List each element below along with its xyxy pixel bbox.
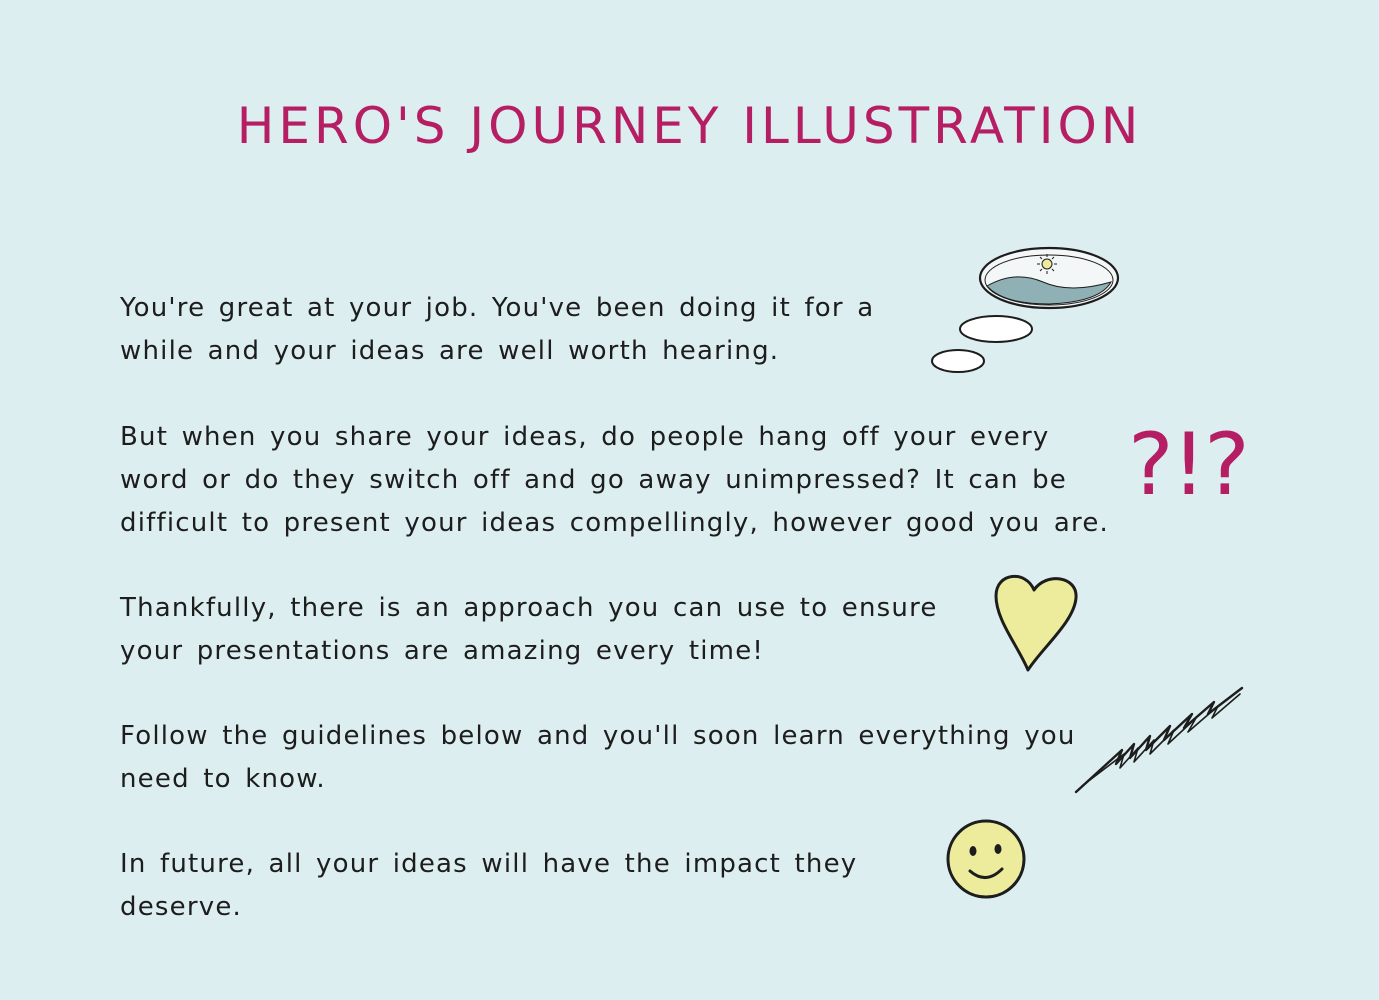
problem-paragraph: But when you share your ideas, do people… — [120, 422, 1110, 538]
guidelines-paragraph: Follow the guidelines below and you'll s… — [120, 721, 1076, 794]
zigzag-scribble-icon — [1074, 686, 1244, 794]
intro-paragraph: You're great at your job. You've been do… — [120, 293, 875, 366]
page-title: HERO'S JOURNEY ILLUSTRATION — [236, 97, 1143, 155]
outcome-paragraph: In future, all your ideas will have the … — [120, 849, 858, 922]
smiley-face-icon — [946, 819, 1026, 899]
surprise-marks-icon: ?!? — [1128, 415, 1250, 515]
heart-icon — [994, 574, 1078, 672]
approach-paragraph: Thankfully, there is an approach you can… — [120, 593, 938, 666]
thought-bubble-icon — [931, 246, 1120, 373]
